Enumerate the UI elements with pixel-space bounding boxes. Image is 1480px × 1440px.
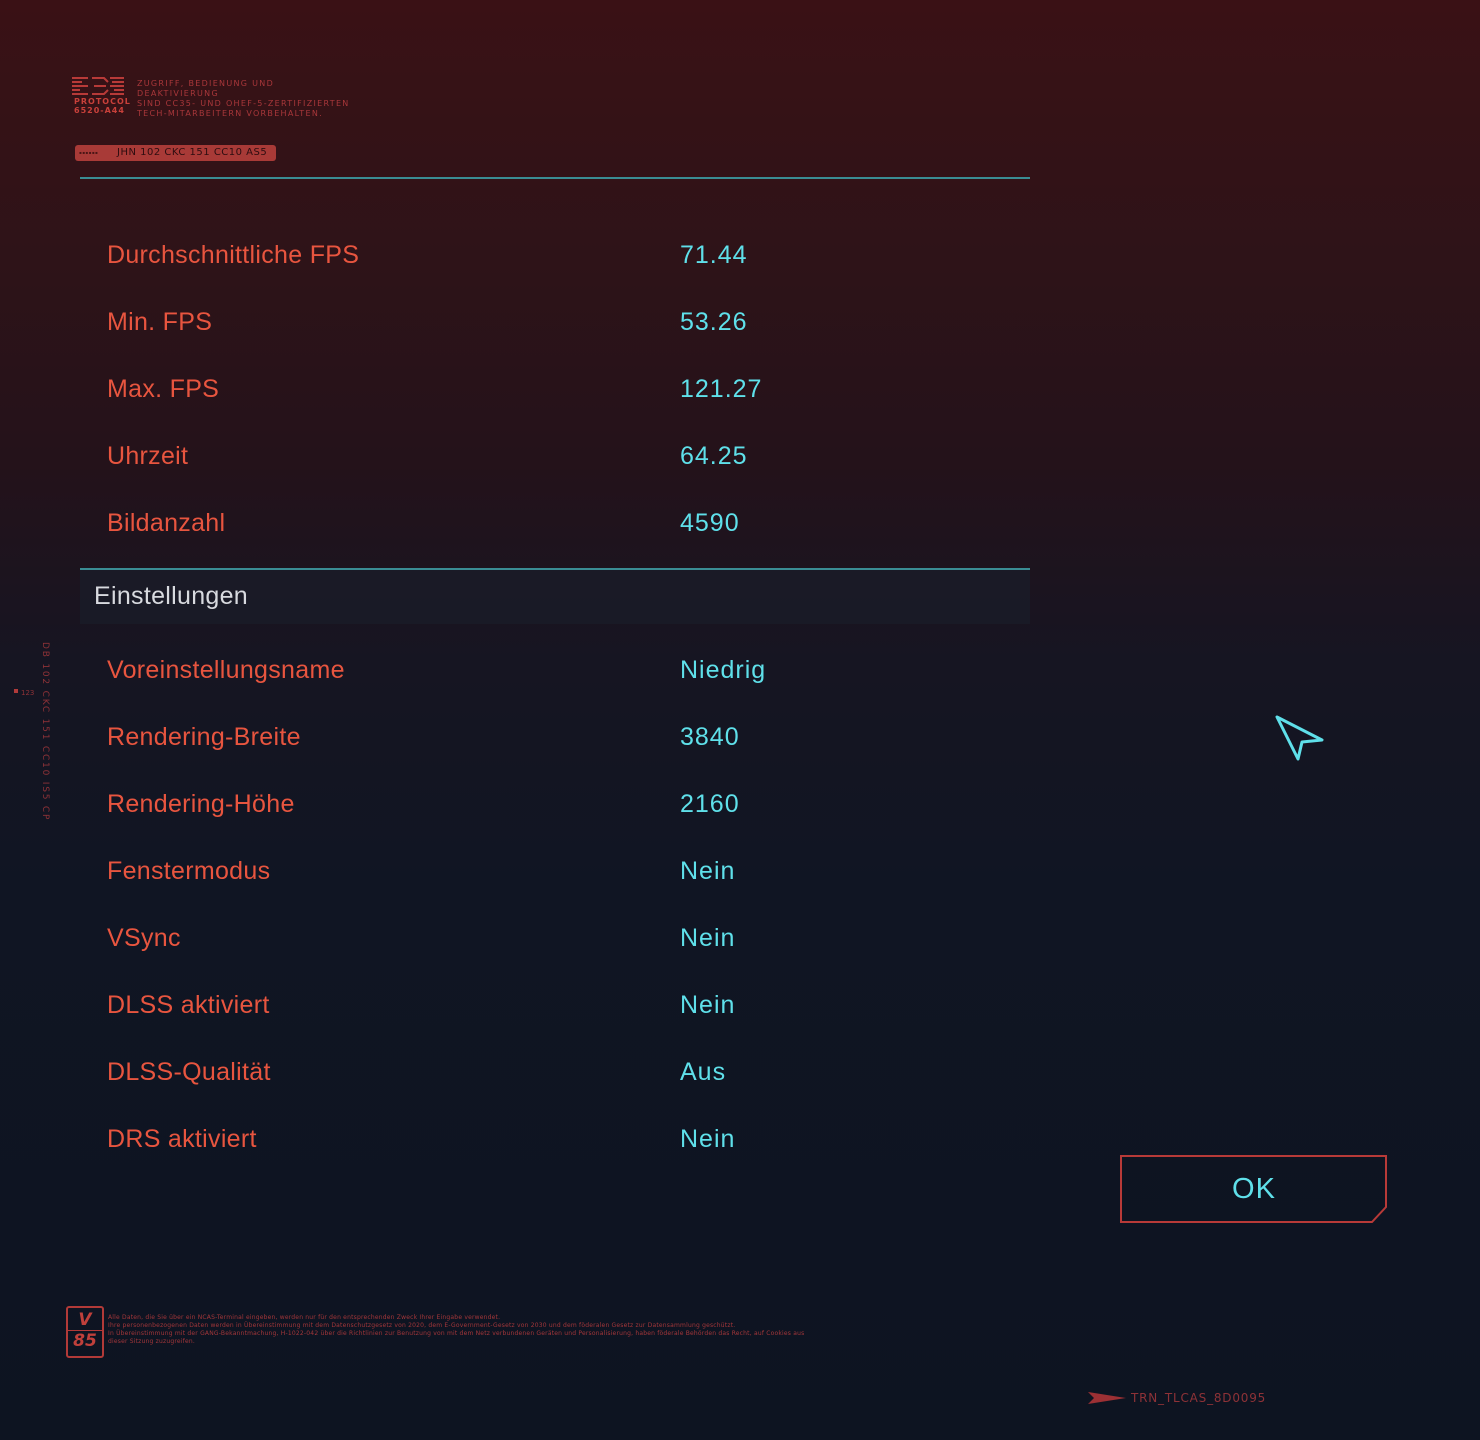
ok-button[interactable]: OK <box>1120 1155 1388 1225</box>
access-notice: ZUGRIFF, BEDIENUNG UND DEAKTIVIERUNG SIN… <box>137 79 350 118</box>
stat-label: Durchschnittliche FPS <box>107 241 360 269</box>
setting-row-drs-enabled: DRS aktiviert Nein <box>107 1125 1007 1165</box>
setting-value: Nein <box>680 924 736 952</box>
stat-label: Max. FPS <box>107 375 220 403</box>
setting-label: Voreinstellungsname <box>107 656 345 684</box>
setting-value: Nein <box>680 857 736 885</box>
setting-value: 2160 <box>680 790 740 818</box>
stat-value: 64.25 <box>680 442 748 470</box>
arrow-cursor-icon <box>1272 712 1328 766</box>
id-code-text: JHN 102 CKC 151 CC10 AS5 <box>117 147 268 158</box>
setting-value: Nein <box>680 991 736 1019</box>
settings-section-header: Einstellungen <box>80 570 1030 624</box>
badge-top-text: V <box>68 1310 102 1331</box>
top-divider <box>80 177 1030 179</box>
setting-label: VSync <box>107 924 181 952</box>
setting-row-dlss-enabled: DLSS aktiviert Nein <box>107 991 1007 1031</box>
setting-label: Fenstermodus <box>107 857 271 885</box>
section-title: Einstellungen <box>94 582 249 610</box>
version-badge: V 85 <box>66 1306 104 1358</box>
setting-value: Aus <box>680 1058 727 1086</box>
setting-row-vsync: VSync Nein <box>107 924 1007 964</box>
logo-text: PROTOCOL 6520-A44 <box>74 97 131 115</box>
setting-row-preset: Voreinstellungsname Niedrig <box>107 656 1007 696</box>
setting-label: DRS aktiviert <box>107 1125 257 1153</box>
stat-label: Min. FPS <box>107 308 213 336</box>
id-code-badge: ▪▪▪▪▪▪ JHN 102 CKC 151 CC10 AS5 <box>75 145 276 161</box>
setting-label: Rendering-Breite <box>107 723 301 751</box>
setting-value: 3840 <box>680 723 740 751</box>
side-vertical-code: DB 102 CKC 151 CC10 IS5 CP <box>40 642 50 822</box>
side-mark: 123 <box>13 689 34 697</box>
setting-label: DLSS aktiviert <box>107 991 270 1019</box>
setting-label: Rendering-Höhe <box>107 790 295 818</box>
setting-value: Niedrig <box>680 656 767 684</box>
stat-row-avg-fps: Durchschnittliche FPS 71.44 <box>107 241 1007 281</box>
stat-value: 71.44 <box>680 241 748 269</box>
stat-row-min-fps: Min. FPS 53.26 <box>107 308 1007 348</box>
legal-notice: Alle Daten, die Sie über ein NCAS-Termin… <box>108 1314 805 1345</box>
stat-row-frame-count: Bildanzahl 4590 <box>107 509 1007 549</box>
arrow-right-icon <box>1088 1392 1126 1404</box>
setting-label: DLSS-Qualität <box>107 1058 271 1086</box>
footer-code-text: TRN_TLCAS_8D0095 <box>1131 1391 1267 1405</box>
setting-row-render-height: Rendering-Höhe 2160 <box>107 790 1007 830</box>
stat-value: 121.27 <box>680 375 763 403</box>
setting-row-dlss-quality: DLSS-Qualität Aus <box>107 1058 1007 1098</box>
stat-label: Bildanzahl <box>107 509 226 537</box>
badge-bottom-text: 85 <box>73 1331 97 1351</box>
setting-value: Nein <box>680 1125 736 1153</box>
stat-row-time: Uhrzeit 64.25 <box>107 442 1007 482</box>
stat-label: Uhrzeit <box>107 442 189 470</box>
pill-mini-mark: ▪▪▪▪▪▪ <box>79 150 99 155</box>
stat-value: 4590 <box>680 509 740 537</box>
setting-row-render-width: Rendering-Breite 3840 <box>107 723 1007 763</box>
ok-button-label: OK <box>1232 1173 1276 1205</box>
stat-value: 53.26 <box>680 308 748 336</box>
stat-row-max-fps: Max. FPS 121.27 <box>107 375 1007 415</box>
setting-row-window-mode: Fenstermodus Nein <box>107 857 1007 897</box>
